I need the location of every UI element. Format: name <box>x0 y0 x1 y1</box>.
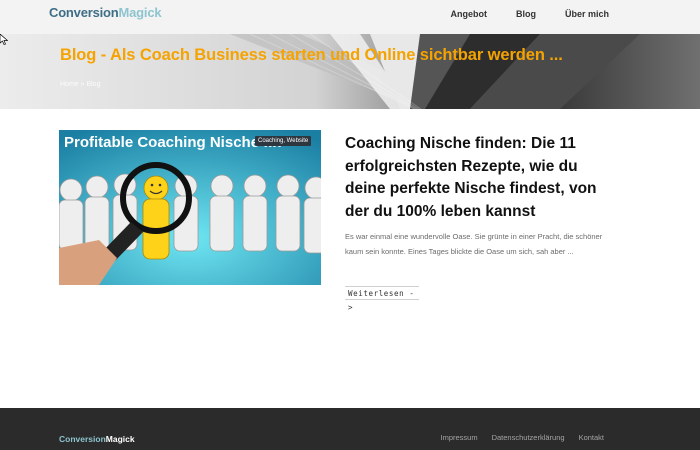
footer-logo[interactable]: ConversionMagick <box>59 434 135 444</box>
mouse-cursor-icon <box>0 34 8 45</box>
footer-navigation: Impressum Datenschutzerklärung Kontakt <box>427 433 605 442</box>
nav-item-angebot[interactable]: Angebot <box>450 9 487 19</box>
logo-text-magick: Magick <box>118 5 162 20</box>
post-thumbnail[interactable]: Profitable Coaching Nische fin <box>59 130 321 285</box>
read-more-link[interactable]: Weiterlesen -> <box>345 286 419 312</box>
hero-title: Blog - Als Coach Business starten und On… <box>60 46 563 64</box>
footer-link-datenschutz[interactable]: Datenschutzerklärung <box>492 433 565 442</box>
footer-link-impressum[interactable]: Impressum <box>441 433 478 442</box>
main-navigation: Angebot Blog Über mich <box>421 9 609 19</box>
nav-item-blog[interactable]: Blog <box>516 9 536 19</box>
footer-logo-text-magick: Magick <box>105 434 135 444</box>
hero-banner: Blog - Als Coach Business starten und On… <box>0 34 700 109</box>
category-badge[interactable]: Coaching, Website <box>255 136 312 146</box>
thumbnail-text: Profitable Coaching Nische fin <box>64 134 282 151</box>
thumbnail-image <box>59 130 321 285</box>
footer-link-kontakt[interactable]: Kontakt <box>579 433 604 442</box>
nav-item-ueber-mich[interactable]: Über mich <box>565 9 609 19</box>
logo-text-conversion: Conversion <box>49 5 119 20</box>
site-header: ConversionMagick Angebot Blog Über mich <box>0 0 700 34</box>
footer-logo-text-conversion: Conversion <box>59 434 106 444</box>
post-title[interactable]: Coaching Nische finden: Die 11 erfolgrei… <box>345 133 620 223</box>
site-footer: ConversionMagick Impressum Datenschutzer… <box>0 408 700 450</box>
site-logo[interactable]: ConversionMagick <box>49 5 162 20</box>
breadcrumb: Home » Blog <box>60 81 101 88</box>
post-excerpt: Es war einmal eine wundervolle Oase. Sie… <box>345 232 603 256</box>
